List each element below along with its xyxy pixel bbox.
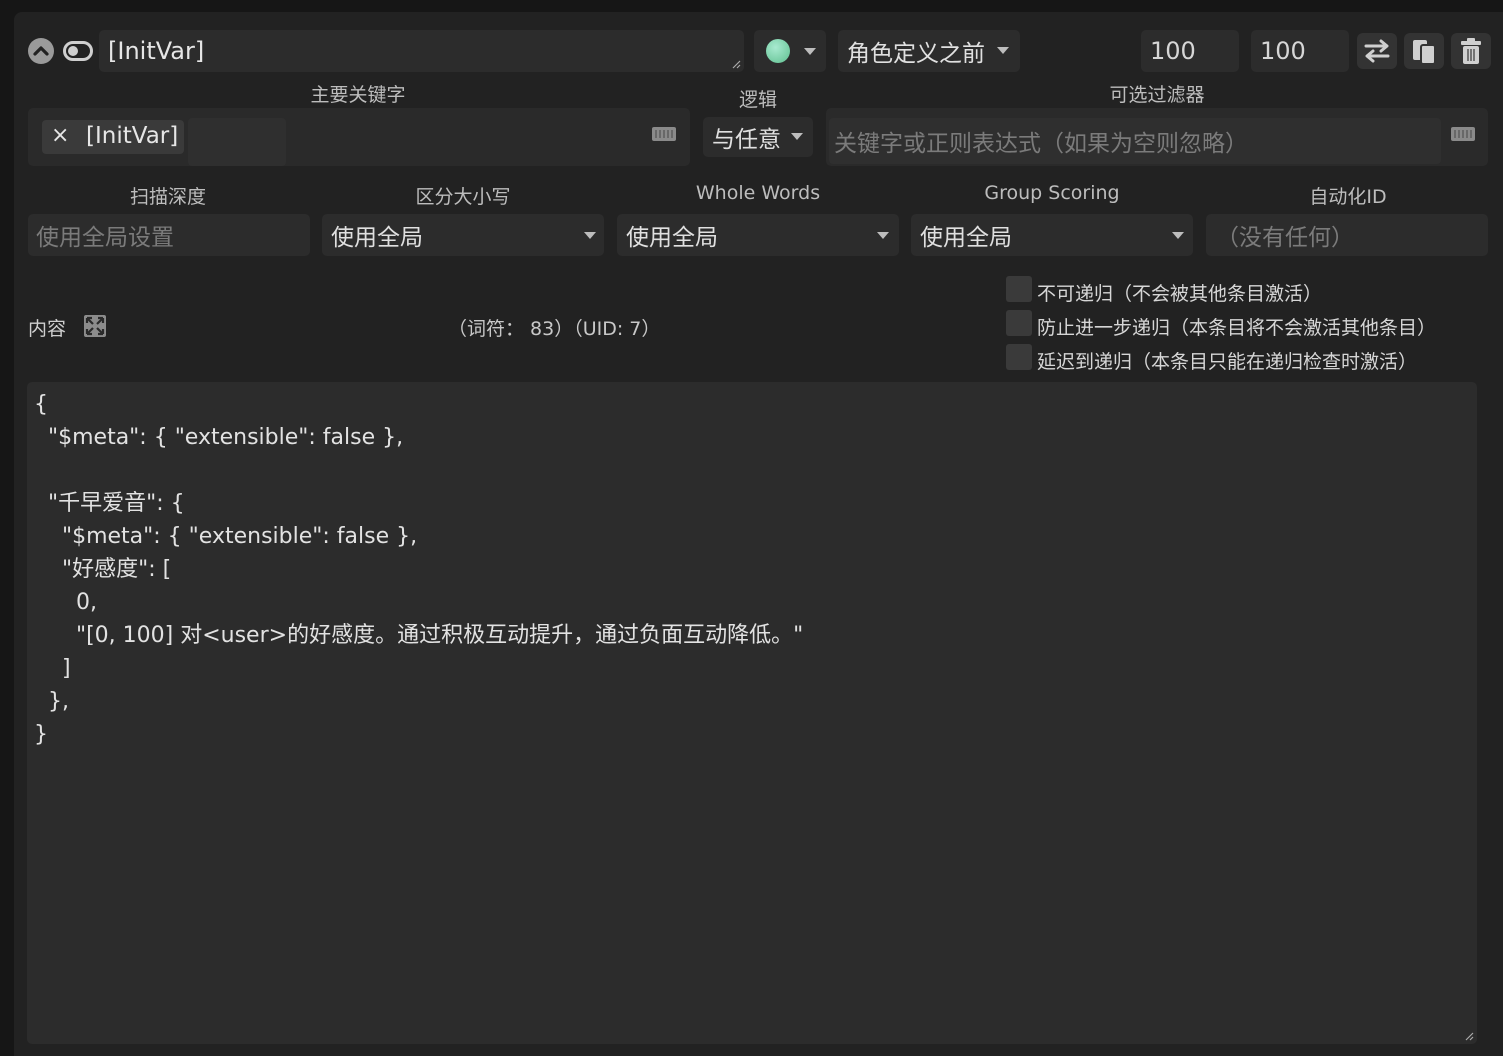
- whole-words-label: Whole Words: [695, 182, 821, 204]
- primary-keywords-input[interactable]: × [InitVar]: [28, 108, 690, 166]
- content-label: 内容: [28, 318, 67, 340]
- copy-icon: [1413, 40, 1436, 65]
- no-recursion-label: 不可递归（不会被其他条目激活）: [1037, 283, 1323, 305]
- group-scoring-label: Group Scoring: [984, 182, 1120, 204]
- entry-title-input[interactable]: [InitVar]: [99, 30, 744, 72]
- prevent-recursion-label: 防止进一步递归（本条目将不会激活其他条目）: [1037, 317, 1437, 339]
- logic-label: 逻辑: [738, 89, 777, 111]
- tag-remove-button[interactable]: ×: [51, 123, 69, 148]
- whole-words-value: 使用全局: [626, 225, 718, 251]
- content-text: { "$meta": { "extensible": false }, "千早爱…: [34, 392, 804, 747]
- keyword-text-entry[interactable]: [188, 118, 286, 166]
- token-uid-stats: （词符： 83）（UID: 7）: [448, 318, 661, 340]
- scan-depth-placeholder: 使用全局设置: [36, 225, 174, 251]
- case-sensitive-select[interactable]: 使用全局: [322, 214, 604, 256]
- duplicate-entry-button[interactable]: [1404, 33, 1444, 69]
- chevron-up-icon: [33, 46, 49, 56]
- swap-icon: [1364, 39, 1390, 63]
- expand-editor-button[interactable]: [83, 314, 107, 338]
- order-value: 100: [1150, 37, 1196, 65]
- position-select-text: 角色定义之前: [847, 41, 985, 67]
- content-editor[interactable]: { "$meta": { "extensible": false }, "千早爱…: [27, 382, 1477, 1044]
- status-dot-icon: [766, 39, 790, 63]
- keyboard-icon[interactable]: [652, 127, 676, 141]
- filter-text-entry[interactable]: 关键字或正则表达式（如果为空则忽略）: [829, 118, 1441, 164]
- filter-placeholder: 关键字或正则表达式（如果为空则忽略）: [834, 131, 1248, 157]
- automation-id-placeholder: （没有任何）: [1216, 225, 1354, 251]
- case-sensitive-label: 区分大小写: [415, 186, 511, 208]
- group-scoring-select[interactable]: 使用全局: [911, 214, 1193, 256]
- probability-value: 100: [1260, 37, 1306, 65]
- enable-toggle[interactable]: [63, 41, 93, 61]
- move-entry-button[interactable]: [1357, 33, 1397, 69]
- logic-select-text: 与任意: [712, 127, 781, 153]
- order-input[interactable]: 100: [1141, 30, 1239, 72]
- keyboard-icon[interactable]: [1451, 127, 1475, 141]
- probability-input[interactable]: 100: [1251, 30, 1349, 72]
- scan-depth-label: 扫描深度: [129, 186, 206, 208]
- resize-handle-icon[interactable]: [731, 59, 741, 69]
- expand-icon: [84, 315, 106, 337]
- resize-handle-icon[interactable]: [1464, 1031, 1474, 1041]
- toggle-icon: [68, 46, 78, 56]
- whole-words-select[interactable]: 使用全局: [617, 214, 899, 256]
- case-sensitive-value: 使用全局: [331, 225, 423, 251]
- optional-filter-input[interactable]: 关键字或正则表达式（如果为空则忽略）: [826, 108, 1488, 166]
- automation-id-label: 自动化ID: [1309, 186, 1387, 208]
- keyword-tag: × [InitVar]: [42, 120, 184, 154]
- entry-title-text: [InitVar]: [108, 37, 205, 65]
- delay-recursion-label: 延迟到递归（本条目只能在递归检查时激活）: [1037, 351, 1418, 373]
- primary-keywords-label: 主要关键字: [310, 84, 406, 106]
- scan-depth-input[interactable]: 使用全局设置: [28, 214, 310, 256]
- prevent-recursion-checkbox[interactable]: [1006, 310, 1032, 336]
- tag-label: [InitVar]: [86, 123, 179, 149]
- status-select[interactable]: [754, 30, 826, 72]
- delete-entry-button[interactable]: [1451, 33, 1491, 69]
- logic-select[interactable]: 与任意: [703, 117, 813, 157]
- optional-filter-label: 可选过滤器: [1109, 84, 1205, 106]
- no-recursion-checkbox[interactable]: [1006, 276, 1032, 302]
- position-select[interactable]: 角色定义之前: [838, 30, 1020, 72]
- trash-icon: [1461, 38, 1481, 64]
- group-scoring-value: 使用全局: [920, 225, 1012, 251]
- delay-recursion-checkbox[interactable]: [1006, 344, 1032, 370]
- automation-id-input[interactable]: （没有任何）: [1206, 214, 1488, 256]
- collapse-button[interactable]: [28, 38, 54, 64]
